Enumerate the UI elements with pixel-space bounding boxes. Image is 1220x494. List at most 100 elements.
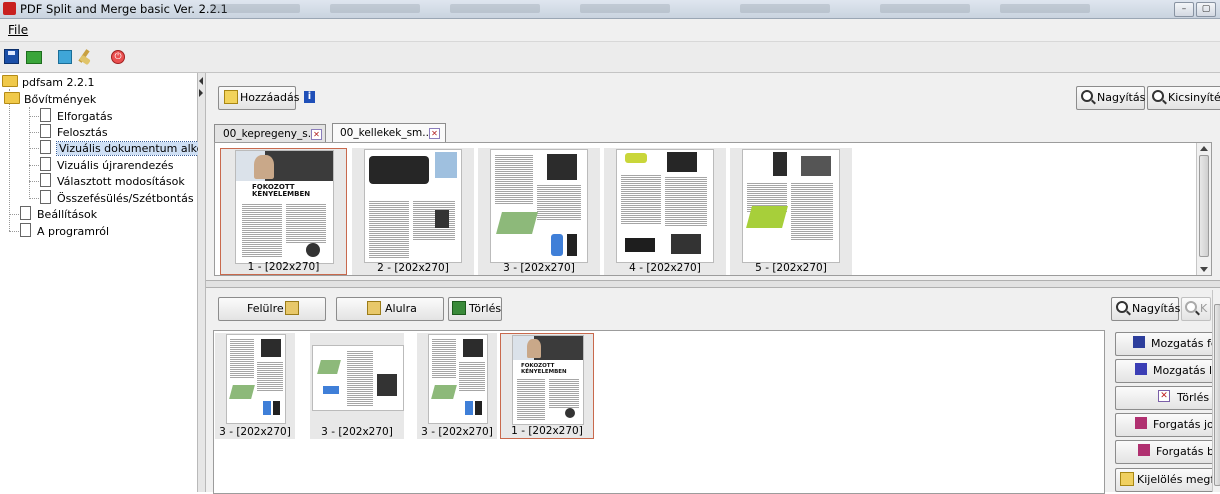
move-down-button[interactable]: Mozgatás le xyxy=(1115,359,1220,383)
tree-item-merge[interactable]: Összefésülés/Szétbontás xyxy=(40,190,194,206)
zoom-out-button[interactable]: Kicsinyítés xyxy=(1147,86,1220,110)
thumbnail-label: 3 - [202x270] xyxy=(421,426,493,438)
scroll-thumb[interactable] xyxy=(1214,304,1220,486)
thumbnail-label: 1 - [202x270] xyxy=(511,425,583,437)
delete-button[interactable]: Törlés xyxy=(448,297,502,321)
page-icon xyxy=(20,223,31,237)
plugin-tree: pdfsam 2.2.1 Bővítmények Elforgatás Felo… xyxy=(0,73,218,492)
tree-settings[interactable]: Beállítások xyxy=(20,206,97,222)
page-icon xyxy=(40,108,51,122)
background-tab-ghost xyxy=(880,4,970,13)
scroll-thumb[interactable] xyxy=(1199,155,1209,257)
info-icon[interactable]: i xyxy=(304,91,315,103)
zoom-in-label: Nagyítás xyxy=(1097,91,1146,104)
thumbnail[interactable]: 4 - [202x270] xyxy=(604,148,726,275)
tree-item-label: Összefésülés/Szétbontás xyxy=(57,192,194,205)
page-preview xyxy=(428,334,488,424)
tree-item-split[interactable]: Felosztás xyxy=(40,124,108,140)
scroll-down-icon[interactable] xyxy=(1200,267,1208,272)
side-delete-button[interactable]: ✕ Törlés xyxy=(1115,386,1220,410)
close-icon[interactable]: ✕ xyxy=(429,128,440,139)
add-icon xyxy=(224,90,238,104)
page-icon xyxy=(40,157,51,171)
background-tab-ghost xyxy=(740,4,830,13)
page-preview: FOKOZOTT KÉNYELEMBEN xyxy=(512,335,584,425)
minimize-icon[interactable]: – xyxy=(1174,2,1194,17)
move-top-button[interactable]: Felülre xyxy=(218,297,326,321)
zoom-in-button[interactable]: Nagyítás xyxy=(1076,86,1145,110)
thumbnail[interactable]: FOKOZOTT KÉNYELEMBEN 1 - [202x270] xyxy=(500,333,594,439)
thumbnail[interactable]: FOKOZOTT KÉNYELEMBEN 1 - [202x270] xyxy=(220,148,347,275)
tree-item-label: Vizuális újrarendezés xyxy=(57,159,174,172)
zoom-out-label: Kicsinyítés xyxy=(1168,91,1220,104)
open-icon[interactable] xyxy=(26,51,42,64)
delete-icon: ✕ xyxy=(1158,390,1170,402)
tree-about[interactable]: A programról xyxy=(20,223,109,239)
thumbnail[interactable]: 3 - [202x270] xyxy=(478,148,600,275)
rotate-right-label: Forgatás job xyxy=(1153,418,1220,431)
page-heading-line: KÉNYELEMBEN xyxy=(252,190,311,198)
thumbnail[interactable]: 2 - [202x270] xyxy=(352,148,474,275)
move-top-label: Felülre xyxy=(247,302,284,315)
page-icon xyxy=(40,190,51,204)
environment-icon[interactable] xyxy=(58,50,72,64)
zoom-out-icon xyxy=(1185,301,1197,313)
tree-plugins-label: Bővítmények xyxy=(24,93,97,106)
scroll-up-icon[interactable] xyxy=(1200,146,1208,151)
move-bottom-button[interactable]: Alulra xyxy=(336,297,444,321)
page-icon xyxy=(40,173,51,187)
delete-icon xyxy=(452,301,466,315)
menu-file[interactable]: File xyxy=(8,23,28,37)
pane-separator[interactable] xyxy=(206,280,1220,288)
tree-item-label: Elforgatás xyxy=(57,110,113,123)
thumbnail-label: 3 - [202x270] xyxy=(321,426,393,438)
close-icon[interactable]: ✕ xyxy=(311,129,322,140)
save-icon[interactable] xyxy=(4,49,19,64)
thumbnail[interactable]: 3 - [202x270] xyxy=(215,333,295,439)
window-controls: – ▢ xyxy=(1172,1,1216,17)
expand-arrow-icon[interactable] xyxy=(199,89,203,97)
background-tab-ghost xyxy=(1000,4,1090,13)
move-bottom-icon xyxy=(367,301,381,315)
tree-item-selection[interactable]: Választott modosítások xyxy=(40,173,185,189)
page-heading: FOKOZOTT KÉNYELEMBEN xyxy=(521,363,567,375)
maximize-icon[interactable]: ▢ xyxy=(1196,2,1216,17)
bottom-zoom-out-button[interactable]: K xyxy=(1181,297,1211,321)
tree-plugins[interactable]: Bővítmények xyxy=(4,92,96,108)
thumbnail-label: 3 - [202x270] xyxy=(503,262,575,274)
exit-icon[interactable]: ⏻ xyxy=(111,50,125,64)
page-heading-line: KÉNYELEMBEN xyxy=(521,369,567,375)
add-button-label: Hozzáadás xyxy=(240,91,300,104)
move-down-icon xyxy=(1135,363,1147,375)
page-preview xyxy=(742,149,840,263)
move-up-button[interactable]: Mozgatás fel xyxy=(1115,332,1220,356)
folder-open-icon xyxy=(2,75,18,87)
top-vertical-scrollbar[interactable] xyxy=(1196,143,1211,275)
bottom-zoom-in-button[interactable]: Nagyítás xyxy=(1111,297,1180,321)
tree-item-rotate[interactable]: Elforgatás xyxy=(40,108,112,124)
thumbnail[interactable]: 3 - [202x270] xyxy=(310,333,404,439)
tree-root[interactable]: pdfsam 2.2.1 xyxy=(2,75,95,91)
collapse-arrow-icon[interactable] xyxy=(199,77,203,85)
tab-document-1[interactable]: 00_kepregeny_s.. ✕ xyxy=(214,124,326,143)
invert-selection-button[interactable]: Kijelölés megfo xyxy=(1115,468,1220,492)
tab-document-2[interactable]: 00_kellekek_sm.. ✕ xyxy=(332,123,446,143)
tab-label: 00_kellekek_sm.. xyxy=(340,127,429,139)
rotate-right-button[interactable]: Forgatás job xyxy=(1115,413,1220,437)
rotate-right-icon xyxy=(1135,417,1147,429)
tree-item-visual-composer[interactable]: Vizuális dokumentum alkotó xyxy=(40,140,218,156)
page-icon xyxy=(20,206,31,220)
source-thumbnail-area: FOKOZOTT KÉNYELEMBEN 1 - [202x270] 2 - [2… xyxy=(214,142,1212,276)
composed-thumbnail-area: 3 - [202x270] 3 - [202x270] 3 - [202x270… xyxy=(213,330,1105,494)
move-down-label: Mozgatás le xyxy=(1153,364,1219,377)
rotate-left-button[interactable]: Forgatás ba xyxy=(1115,440,1220,464)
add-button[interactable]: Hozzáadás xyxy=(218,86,300,110)
move-up-label: Mozgatás fel xyxy=(1151,337,1220,350)
thumbnail[interactable]: 5 - [202x270] xyxy=(730,148,852,275)
tree-item-visual-reorder[interactable]: Vizuális újrarendezés xyxy=(40,157,174,173)
thumbnail[interactable]: 3 - [202x270] xyxy=(417,333,497,439)
tree-item-label: Beállítások xyxy=(37,208,98,221)
split-divider[interactable] xyxy=(198,73,206,492)
right-vertical-scrollbar[interactable] xyxy=(1212,290,1220,492)
page-preview xyxy=(616,149,714,263)
